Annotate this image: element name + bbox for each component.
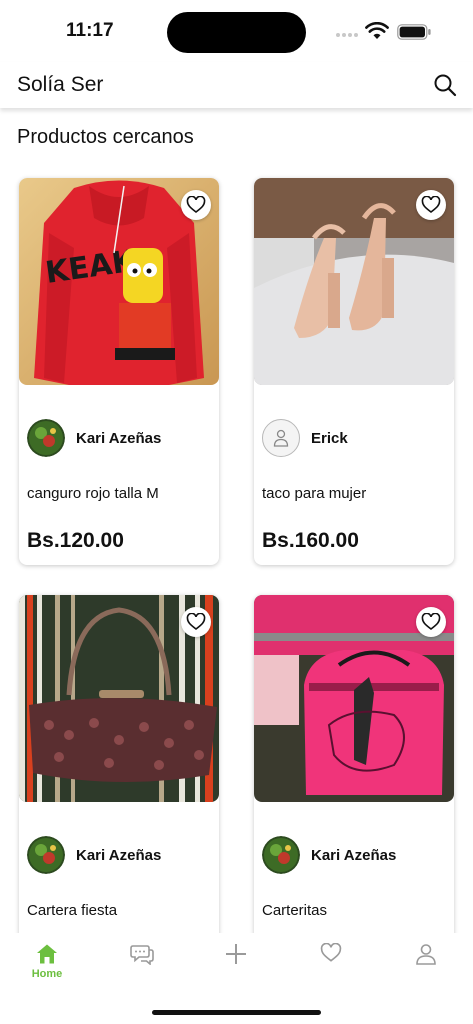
search-icon[interactable] bbox=[432, 72, 458, 98]
nav-profile[interactable] bbox=[396, 943, 456, 993]
avatar bbox=[27, 419, 65, 457]
heart-icon bbox=[186, 196, 206, 214]
heart-icon bbox=[421, 196, 441, 214]
product-price: Bs.120.00 bbox=[27, 529, 124, 552]
home-indicator bbox=[152, 1010, 321, 1015]
seller-name: Kari Azeñas bbox=[76, 429, 162, 447]
product-card[interactable]: Kari Azeñas Carteritas bbox=[254, 595, 454, 982]
nav-chat[interactable] bbox=[112, 943, 172, 993]
heart-icon bbox=[320, 943, 342, 962]
product-name: Cartera fiesta bbox=[27, 902, 118, 919]
favorite-button[interactable] bbox=[416, 607, 446, 637]
product-card[interactable]: Erick taco para mujer Bs.160.00 bbox=[254, 178, 454, 565]
wifi-icon bbox=[365, 22, 389, 39]
heart-icon bbox=[186, 613, 206, 631]
seller-info[interactable]: Kari Azeñas bbox=[27, 419, 161, 457]
heart-icon bbox=[421, 613, 441, 631]
favorite-button[interactable] bbox=[181, 607, 211, 637]
plus-icon bbox=[226, 944, 246, 964]
product-price: Bs.160.00 bbox=[262, 529, 359, 552]
section-title: Productos cercanos bbox=[17, 126, 194, 148]
status-time: 11:17 bbox=[66, 20, 114, 41]
seller-name: Erick bbox=[311, 429, 348, 447]
seller-name: Kari Azeñas bbox=[311, 846, 397, 864]
app-header: Solía Ser bbox=[0, 62, 473, 108]
product-name: Carteritas bbox=[262, 902, 328, 919]
product-name: taco para mujer bbox=[262, 485, 367, 502]
avatar bbox=[262, 836, 300, 874]
avatar bbox=[27, 836, 65, 874]
seller-info[interactable]: Kari Azeñas bbox=[262, 836, 396, 874]
seller-info[interactable]: Kari Azeñas bbox=[27, 836, 161, 874]
home-icon bbox=[37, 944, 57, 964]
chat-icon bbox=[130, 945, 154, 965]
cellular-signal-icon bbox=[336, 33, 360, 39]
product-card[interactable]: KEAK Kari Azeñas canguro rojo talla M Bs… bbox=[19, 178, 219, 565]
user-placeholder-icon bbox=[273, 429, 289, 447]
dynamic-island bbox=[167, 12, 306, 53]
favorite-button[interactable] bbox=[181, 190, 211, 220]
app-title: Solía Ser bbox=[17, 73, 104, 96]
nav-add[interactable] bbox=[206, 943, 266, 993]
avatar bbox=[262, 419, 300, 457]
battery-icon bbox=[397, 24, 431, 40]
profile-icon bbox=[416, 944, 436, 965]
status-bar: 11:17 bbox=[0, 0, 473, 62]
seller-name: Kari Azeñas bbox=[76, 846, 162, 864]
favorite-button[interactable] bbox=[416, 190, 446, 220]
nav-home-label: Home bbox=[31, 968, 63, 980]
nav-favorites[interactable] bbox=[301, 943, 361, 993]
seller-info[interactable]: Erick bbox=[262, 419, 348, 457]
product-name: canguro rojo talla M bbox=[27, 485, 159, 502]
nav-home[interactable]: Home bbox=[17, 943, 77, 993]
product-card[interactable]: Kari Azeñas Cartera fiesta bbox=[19, 595, 219, 982]
